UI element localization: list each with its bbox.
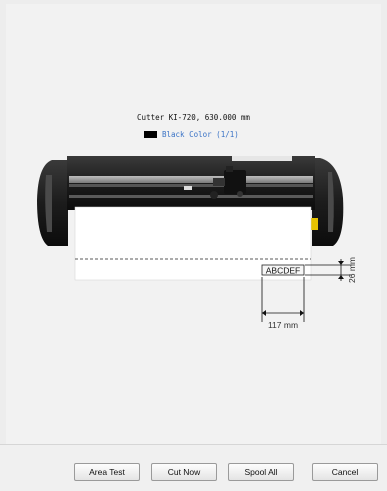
cancel-button[interactable]: Cancel [312,463,378,481]
cut-now-button[interactable]: Cut Now [151,463,217,481]
height-dimension-label: 26 mm [347,257,357,283]
cutter-right-cap [311,158,344,246]
cut-preview-dialog: Cutter KI-720, 630.000 mm Black Color (1… [0,0,387,491]
cutter-illustration: ABCDEF 26 mm 117 mm [37,156,357,330]
width-dimension-label: 117 mm [268,320,298,330]
area-test-button[interactable]: Area Test [74,463,140,481]
cutter-rail [69,176,313,183]
sample-text: ABCDEF [266,266,300,276]
height-dimension [305,259,352,281]
cutter-left-cap [37,160,68,246]
width-dimension [261,277,305,322]
spool-all-button[interactable]: Spool All [228,463,294,481]
